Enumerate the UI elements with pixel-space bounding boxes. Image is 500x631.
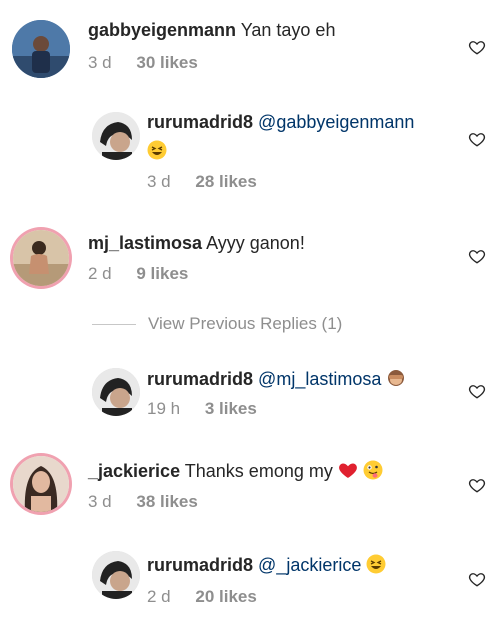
avatar[interactable] [92, 551, 140, 599]
see-no-evil-monkey-emoji-icon [388, 370, 405, 386]
heart-outline-icon[interactable] [468, 570, 486, 588]
username[interactable]: rurumadrid8 [147, 555, 253, 575]
mention-link[interactable]: @mj_lastimosa [258, 369, 381, 389]
username[interactable]: _jackierice [88, 461, 180, 481]
comment-text: Yan tayo eh [240, 20, 336, 40]
username[interactable]: gabbyeigenmann [88, 20, 236, 40]
heart-outline-icon[interactable] [468, 38, 486, 56]
avatar[interactable] [92, 368, 140, 416]
timestamp: 3 d [88, 53, 112, 72]
timestamp: 2 d [147, 587, 171, 606]
comment-text: Thanks emong my [184, 461, 333, 481]
username[interactable]: rurumadrid8 [147, 112, 253, 132]
timestamp: 3 d [147, 172, 171, 191]
username[interactable]: rurumadrid8 [147, 369, 253, 389]
avatar[interactable] [10, 227, 72, 289]
red-heart-emoji-icon [338, 463, 357, 478]
likes-count[interactable]: 20 likes [195, 587, 256, 606]
likes-count[interactable]: 38 likes [136, 492, 197, 511]
avatar[interactable] [92, 112, 140, 160]
laughing-emoji-icon [366, 554, 386, 574]
zany-face-emoji-icon [363, 460, 383, 480]
view-previous-replies-label: View Previous Replies (1) [148, 314, 343, 333]
mention-link[interactable]: @_jackierice [258, 555, 361, 575]
comment-text: Ayyy ganon! [206, 233, 305, 253]
avatar[interactable] [10, 453, 72, 515]
heart-outline-icon[interactable] [468, 247, 486, 265]
timestamp: 3 d [88, 492, 112, 511]
username[interactable]: mj_lastimosa [88, 233, 202, 253]
likes-count[interactable]: 30 likes [136, 53, 197, 72]
heart-outline-icon[interactable] [468, 382, 486, 400]
likes-count[interactable]: 9 likes [136, 264, 188, 283]
avatar[interactable] [12, 20, 70, 78]
timestamp: 2 d [88, 264, 112, 283]
laughing-emoji-icon [147, 140, 167, 160]
view-previous-replies-button[interactable]: View Previous Replies (1) [92, 314, 342, 334]
timestamp: 19 h [147, 399, 181, 418]
heart-outline-icon[interactable] [468, 476, 486, 494]
likes-count[interactable]: 28 likes [195, 172, 256, 191]
heart-outline-icon[interactable] [468, 130, 486, 148]
likes-count[interactable]: 3 likes [205, 399, 257, 418]
divider [92, 324, 136, 326]
mention-link[interactable]: @gabbyeigenmann [258, 112, 414, 132]
